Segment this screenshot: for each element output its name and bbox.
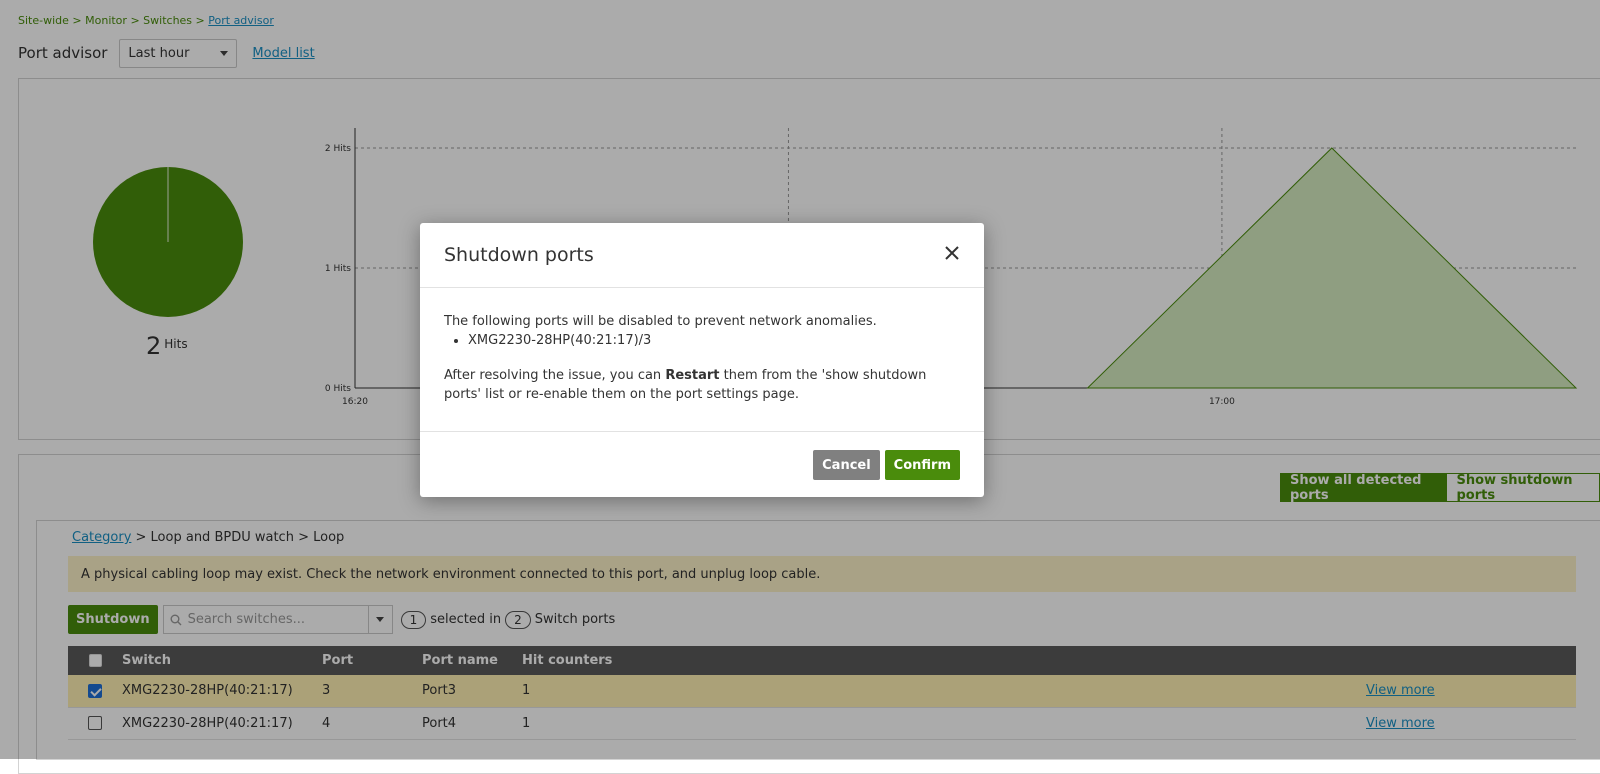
shutdown-ports-dialog: Shutdown ports The following ports will …: [420, 223, 984, 497]
port-list: XMG2230-28HP(40:21:17)/3: [444, 331, 960, 350]
cancel-button[interactable]: Cancel: [813, 450, 880, 480]
dialog-title: Shutdown ports: [444, 244, 594, 266]
dialog-intro: The following ports will be disabled to …: [444, 314, 877, 329]
confirm-button[interactable]: Confirm: [884, 450, 960, 480]
port-list-item: XMG2230-28HP(40:21:17)/3: [468, 331, 960, 350]
dialog-note: After resolving the issue, you can Resta…: [444, 366, 960, 404]
dialog-note-before: After resolving the issue, you can: [444, 368, 666, 383]
dialog-note-bold: Restart: [665, 368, 720, 383]
dialog-body: The following ports will be disabled to …: [420, 288, 984, 432]
dialog-header: Shutdown ports: [420, 223, 984, 288]
dialog-footer: Cancel Confirm: [813, 450, 960, 480]
port-advisor-page: Site-wide > Monitor > Switches > Port ad…: [0, 0, 1600, 774]
close-icon[interactable]: [944, 245, 960, 265]
